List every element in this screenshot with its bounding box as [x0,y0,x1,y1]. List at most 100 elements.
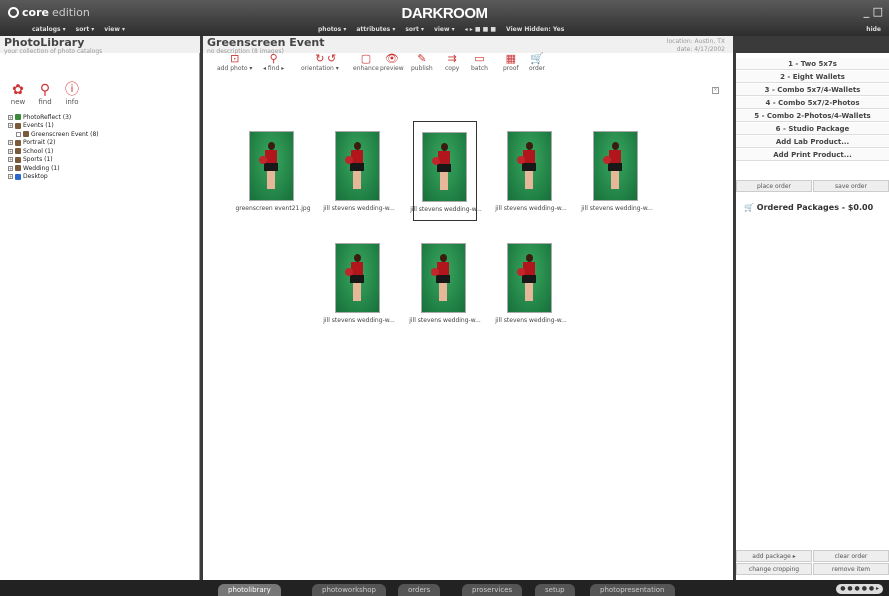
tree-node[interactable]: + Sports (1) [8,156,99,165]
figure-hd [440,254,447,262]
figure-hd [354,142,361,150]
package-item[interactable]: 6 - Studio Package [736,123,889,135]
tree-node[interactable]: + Portrait (2) [8,139,99,148]
tool-proof[interactable]: ▦ proof [503,52,519,73]
figure-legs [353,283,361,301]
expand-icon[interactable]: + [8,165,13,171]
photo-image[interactable] [507,243,552,313]
new-icon: ✿ [12,82,24,98]
cart-icon: 🛒 [530,52,544,65]
remove-item-button[interactable]: remove item [813,563,889,575]
tool-preview[interactable]: 👁 preview [380,53,404,73]
package-item[interactable]: 3 - Combo 5x7/4-Wallets [736,84,889,96]
expand-icon[interactable]: + [8,148,13,154]
menu-mid-2[interactable]: sort ▾ [405,26,424,33]
menu-mid-1[interactable]: attributes ▾ [356,26,395,33]
tab-photopresentation[interactable]: photopresentation [590,584,675,596]
package-item[interactable]: Add Print Product... [736,149,889,161]
photo-thumbnail[interactable]: jill stevens wedding-w... [323,233,395,333]
photo-image[interactable] [335,131,380,201]
tree-node[interactable]: Greenscreen Event (8) [8,130,99,139]
tree-node[interactable]: + PhotoReflect (3) [8,113,99,122]
package-item[interactable]: 5 - Combo 2-Photos/4-Wallets [736,110,889,122]
tool-order[interactable]: 🛒 order [529,52,545,73]
tab-photolibrary[interactable]: photolibrary [218,584,281,596]
subject-figure [603,142,622,192]
photo-image[interactable] [593,131,638,201]
photo-thumbnail[interactable]: greenscreen event21.jpg [235,121,311,221]
tool-publish[interactable]: ✎ publish [411,52,433,73]
figure-hd [441,143,448,151]
expand-icon[interactable]: + [8,114,13,120]
tree-node[interactable]: + Wedding (1) [8,164,99,173]
figure-legs [440,172,448,190]
expand-icon[interactable]: + [8,174,13,180]
photo-image[interactable] [422,132,467,202]
proof-icon: ▦ [505,52,516,65]
figure-legs [439,283,447,301]
tab-photoworkshop[interactable]: photoworkshop [312,584,386,596]
hide-button[interactable]: hide [866,26,881,33]
tab-setup[interactable]: setup [535,584,575,596]
clear-order-button[interactable]: clear order [813,550,889,562]
menu-mid-3[interactable]: view ▾ [434,26,455,33]
menu-2[interactable]: view ▾ [104,26,125,33]
rotate-ccw-icon: ↺ [327,52,337,65]
library-tool-info[interactable]: ⓘ info [58,83,86,107]
catalog-icon [15,156,21,163]
menu-mid-4[interactable]: ◂ ▸ ■ ■ ■ [465,26,496,33]
tab-orders[interactable]: orders [398,584,441,596]
save-order-button[interactable]: save order [813,180,889,192]
photo-image[interactable] [249,131,294,201]
tool-rotate-left[interactable]: ↺ [327,53,336,65]
tool-add photo ▾[interactable]: ⊡ add photo ▾ [217,53,252,73]
menu-0[interactable]: catalogs ▾ [32,26,66,33]
photo-thumbnail[interactable]: jill stevens wedding-w... [581,121,653,221]
tree-node[interactable]: + Desktop [8,173,99,182]
figure-skirt [264,163,278,171]
photo-caption: jill stevens wedding-w... [409,317,481,324]
photo-image[interactable] [421,243,466,313]
library-tool-new[interactable]: ✿ new [4,82,32,107]
expand-icon[interactable]: + [8,157,13,163]
brand-title: DARKROOM [401,5,489,22]
photo-thumbnail[interactable]: jill stevens wedding-w... [323,121,395,221]
figure-top [437,262,449,276]
package-item[interactable]: 4 - Combo 5x7/2-Photos [736,97,889,109]
expand-icon[interactable] [16,131,21,137]
menu-mid-5[interactable]: View Hidden: Yes [506,26,564,33]
library-tool-find[interactable]: ⚲ find [31,83,59,107]
catalog-icon [15,122,21,129]
add-package-button[interactable]: add package ▸ [736,550,812,562]
close-icon[interactable]: × [712,87,719,94]
photo-thumbnail[interactable]: jill stevens wedding-w... [410,121,482,221]
menu-mid-0[interactable]: photos ▾ [318,26,346,33]
photo-thumbnail[interactable]: jill stevens wedding-w... [495,121,567,221]
tool-batch[interactable]: ▭ batch [471,53,488,73]
change-cropping-button[interactable]: change cropping [736,563,812,575]
tool-label: orientation ▾ [301,65,339,72]
enhance-icon: ▢ [360,52,372,65]
photo-image[interactable] [335,243,380,313]
tree-node[interactable]: + Events (1) [8,122,99,131]
photo-thumbnail[interactable]: jill stevens wedding-w... [495,233,567,333]
tree-node[interactable]: + School (1) [8,147,99,156]
publish-icon: ✎ [417,52,427,65]
photo-thumbnail[interactable]: jill stevens wedding-w... [409,233,481,333]
figure-skirt [350,275,364,283]
expand-icon[interactable]: + [8,123,13,129]
tool-enhance[interactable]: ▢ enhance [353,52,379,73]
subject-figure [432,143,451,193]
tool-◂ find ▸[interactable]: ⚲ ◂ find ▸ [263,53,284,73]
package-item[interactable]: 2 - Eight Wallets [736,71,889,83]
expand-icon[interactable]: + [8,140,13,146]
page-dots[interactable]: ● ● ● ● ● ▸ [836,584,883,594]
window-controls[interactable]: _ □ [864,5,883,18]
place-order-button[interactable]: place order [736,180,812,192]
tool-copy[interactable]: ⇉ copy [445,53,459,73]
photo-image[interactable] [507,131,552,201]
package-item[interactable]: 1 - Two 5x7s [736,58,889,70]
tab-proservices[interactable]: proservices [462,584,523,596]
package-item[interactable]: Add Lab Product... [736,136,889,148]
menu-1[interactable]: sort ▾ [76,26,95,33]
